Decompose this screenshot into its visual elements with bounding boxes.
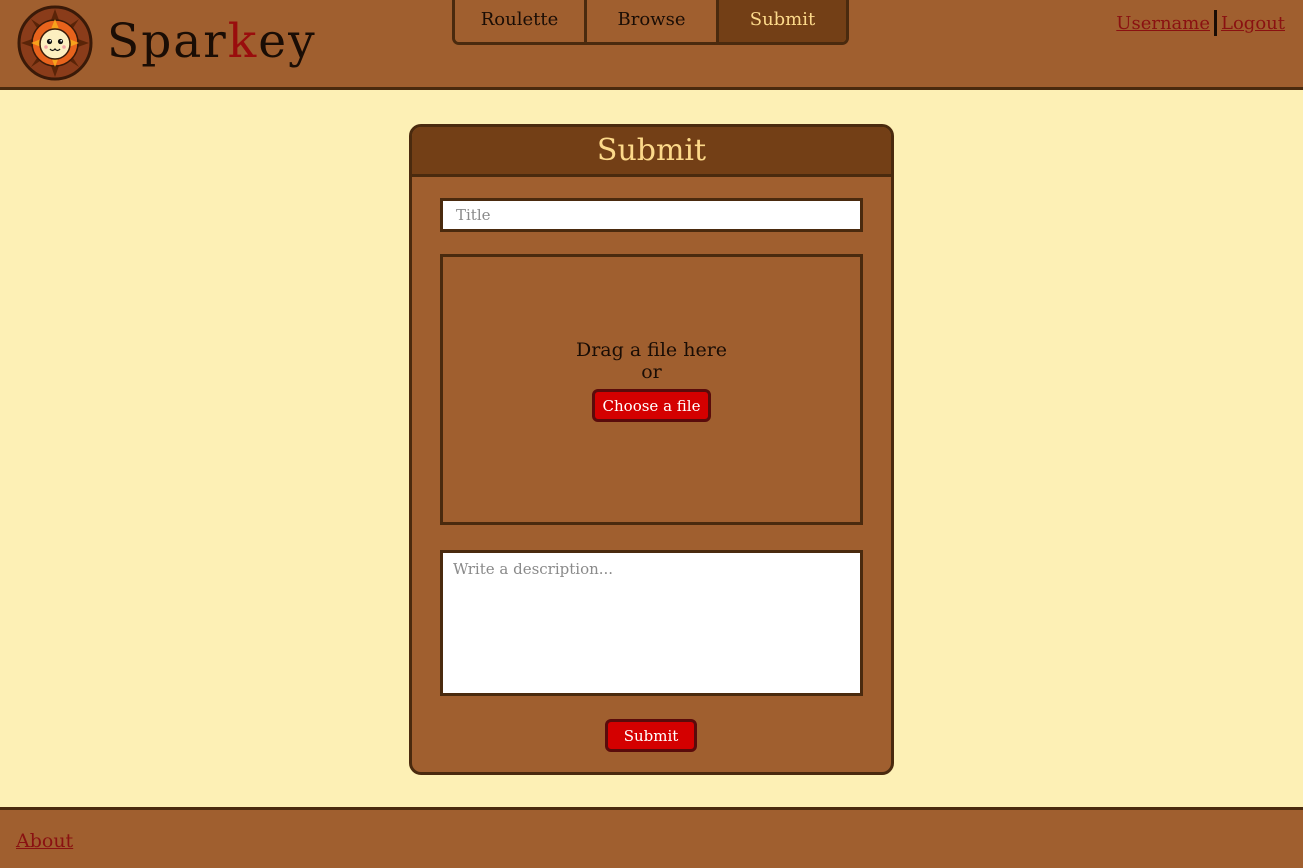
drop-hint: Drag a file here bbox=[575, 339, 728, 361]
tab-submit[interactable]: Submit bbox=[716, 0, 846, 42]
user-links: Username Logout bbox=[1116, 10, 1285, 36]
file-dropzone[interactable]: Drag a file here or Choose a file bbox=[440, 254, 863, 525]
brand-accent: k bbox=[227, 14, 259, 69]
about-link[interactable]: About bbox=[16, 830, 73, 852]
brand-suffix: ey bbox=[258, 14, 317, 69]
sun-mascot-icon bbox=[17, 5, 93, 81]
logo[interactable] bbox=[17, 5, 93, 81]
link-divider bbox=[1214, 10, 1218, 36]
tab-roulette[interactable]: Roulette bbox=[455, 0, 584, 42]
brand-prefix: Spar bbox=[107, 14, 228, 69]
panel-header: Submit bbox=[412, 127, 891, 177]
tab-browse[interactable]: Browse bbox=[584, 0, 716, 42]
drop-or: or bbox=[641, 361, 662, 383]
username-link[interactable]: Username bbox=[1116, 13, 1210, 34]
main-nav: Roulette Browse Submit bbox=[452, 0, 849, 45]
panel-title: Submit bbox=[596, 133, 707, 168]
dropzone-content: Drag a file here or Choose a file bbox=[576, 339, 727, 422]
site-brand[interactable]: Sparkey bbox=[107, 14, 317, 70]
logout-link[interactable]: Logout bbox=[1221, 13, 1285, 34]
site-footer: About bbox=[0, 807, 1303, 868]
submit-panel: Submit Drag a file here or Choose a file… bbox=[409, 124, 894, 775]
title-input[interactable] bbox=[440, 198, 863, 232]
choose-file-button[interactable]: Choose a file bbox=[592, 389, 711, 422]
site-header: Sparkey Roulette Browse Submit Username … bbox=[0, 0, 1303, 90]
submit-button[interactable]: Submit bbox=[605, 719, 697, 752]
description-input[interactable] bbox=[440, 550, 863, 696]
